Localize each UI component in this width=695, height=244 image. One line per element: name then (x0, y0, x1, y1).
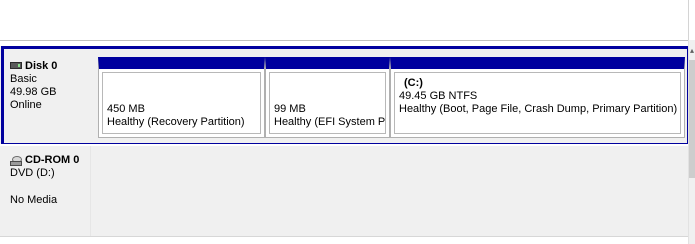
partition-c-status: Healthy (Boot, Page File, Crash Dump, Pr… (399, 103, 678, 115)
partition-efi-status: Healthy (EFI System Partition) (274, 116, 386, 128)
disk-0-name: Disk 0 (25, 60, 58, 72)
cdrom-0-type: DVD (D:) (10, 167, 55, 179)
partition-efi[interactable]: 99 MB Healthy (EFI System Partition) (265, 57, 390, 138)
scroll-up-arrow-icon[interactable]: ▴ (689, 47, 695, 55)
disk-management-graphical-view: Disk 0 Basic 49.98 GB Online 450 MB Heal… (0, 0, 695, 244)
disk-0-title: Disk 0 (10, 60, 90, 73)
scrollbar-thumb[interactable] (689, 60, 695, 178)
disk-0-size: 49.98 GB (10, 86, 57, 98)
partition-c[interactable]: (C:) 49.45 GB NTFS Healthy (Boot, Page F… (390, 57, 685, 138)
partition-efi-size: 99 MB (274, 103, 306, 115)
partition-efi-body: 99 MB Healthy (EFI System Partition) (269, 72, 386, 134)
disk-0-status: Online (10, 99, 42, 111)
partition-recovery-status: Healthy (Recovery Partition) (107, 116, 245, 128)
bottom-divider (0, 236, 688, 237)
disk-0-type: Basic (10, 73, 37, 85)
partition-recovery-size: 450 MB (107, 103, 145, 115)
hard-disk-icon (10, 62, 22, 69)
cdrom-0-media-area[interactable] (90, 146, 689, 236)
cdrom-0-title: CD-ROM 0 (10, 154, 90, 167)
partition-recovery[interactable]: 450 MB Healthy (Recovery Partition) (98, 57, 265, 138)
cdrom-0-name: CD-ROM 0 (25, 154, 80, 166)
cd-rom-icon (10, 155, 22, 166)
partition-c-size: 49.45 GB NTFS (399, 90, 478, 102)
volume-list-pane (0, 0, 689, 40)
pane-divider[interactable] (0, 40, 688, 41)
partition-recovery-body: 450 MB Healthy (Recovery Partition) (102, 72, 261, 134)
cdrom-0-label[interactable]: CD-ROM 0 DVD (D:) No Media (4, 146, 90, 236)
partition-c-drive-letter: (C:) (404, 77, 423, 89)
partition-c-body: (C:) 49.45 GB NTFS Healthy (Boot, Page F… (394, 72, 681, 134)
cdrom-0-media: No Media (10, 194, 58, 206)
disk-0-label[interactable]: Disk 0 Basic 49.98 GB Online (4, 49, 90, 141)
